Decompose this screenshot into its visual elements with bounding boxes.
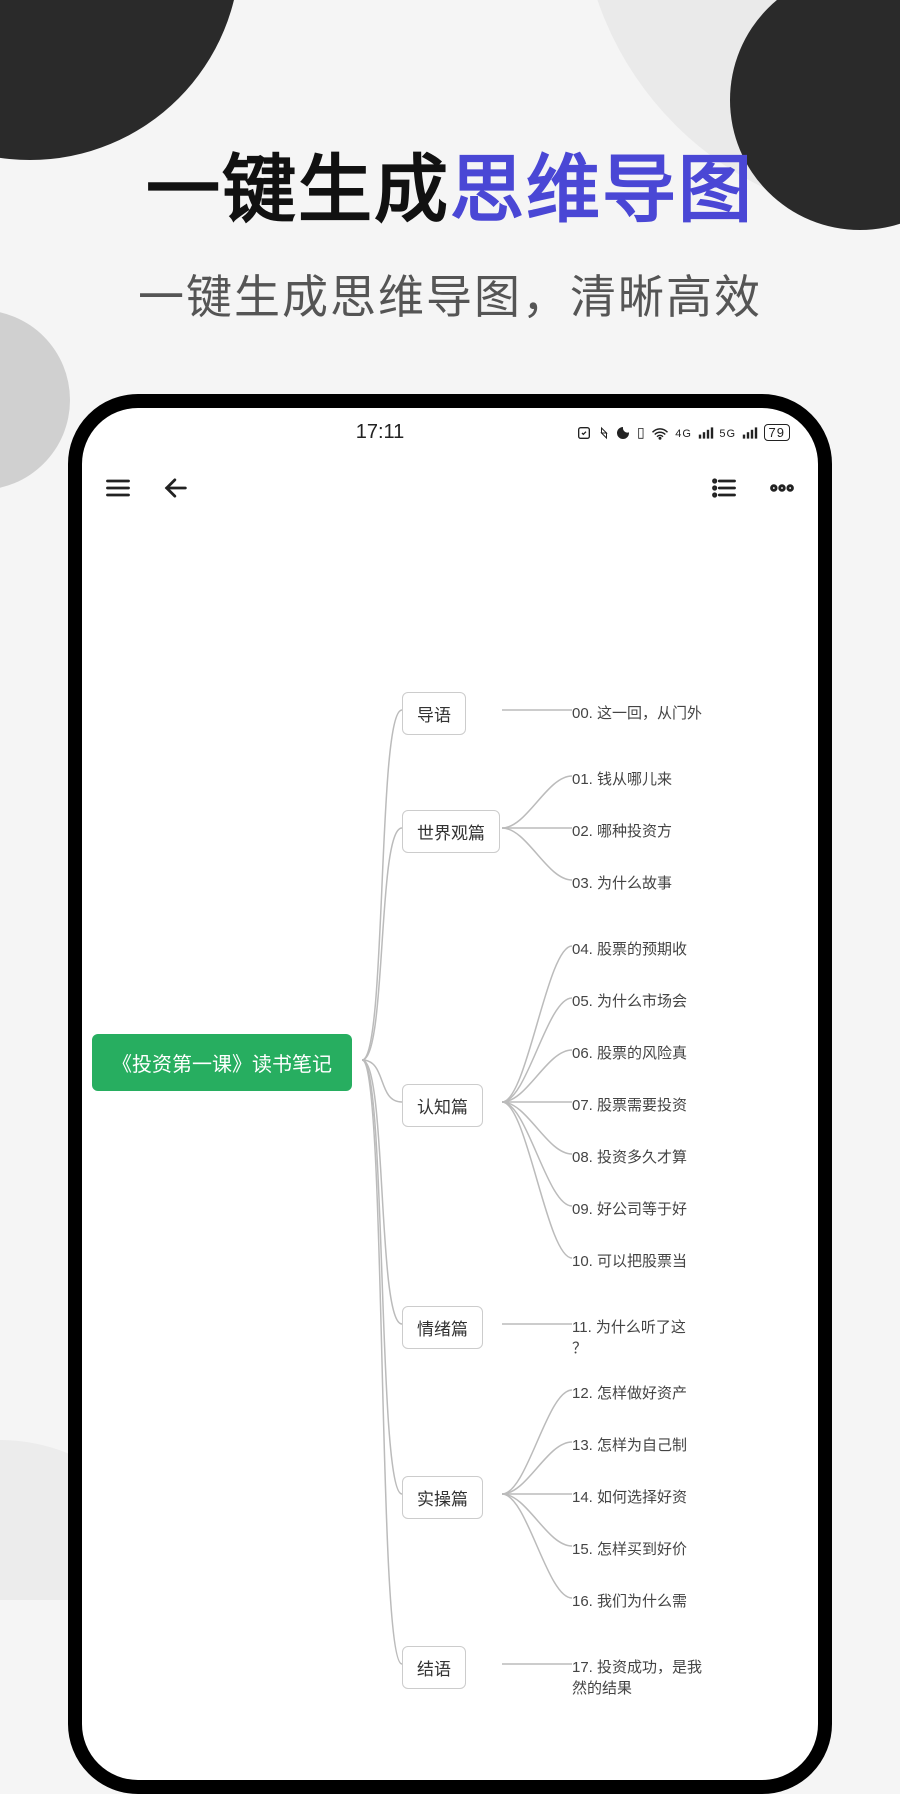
mindmap-leaf[interactable]: 10. 可以把股票当 (572, 1246, 687, 1275)
mindmap-leaf[interactable]: 05. 为什么市场会 (572, 986, 687, 1015)
mindmap-leaf[interactable]: 15. 怎样买到好价 (572, 1534, 687, 1563)
promo-title-part1: 一键生成 (146, 148, 450, 231)
mindmap-leaf[interactable]: 16. 我们为什么需 (572, 1586, 687, 1615)
battery-level: 79 (764, 424, 790, 441)
more-icon[interactable] (762, 468, 802, 508)
mindmap-root[interactable]: 《投资第一课》读书笔记 (92, 1034, 352, 1091)
promo-header: 一键生成思维导图 一键生成思维导图，清晰高效 (0, 0, 900, 327)
mindmap-section[interactable]: 情绪篇 (402, 1306, 483, 1349)
mindmap-leaf[interactable]: 01. 钱从哪儿来 (572, 764, 672, 793)
mindmap-leaf[interactable]: 12. 怎样做好资产 (572, 1378, 687, 1407)
mindmap-leaf[interactable]: 14. 如何选择好资 (572, 1482, 687, 1511)
mindmap-section[interactable]: 认知篇 (402, 1084, 483, 1127)
mindmap-leaf[interactable]: 03. 为什么故事 (572, 868, 672, 897)
mindmap-leaf[interactable]: 06. 股票的风险真 (572, 1038, 687, 1067)
mindmap-canvas[interactable]: 《投资第一课》读书笔记 导语 00. 这一回，从门外世界观篇 01. 钱从哪儿来 02.… (82, 520, 818, 1780)
mindmap-leaf[interactable]: 00. 这一回，从门外 (572, 698, 702, 727)
back-icon[interactable] (156, 468, 196, 508)
mindmap-leaf[interactable]: 17. 投资成功，是我 然的结果 (572, 1652, 702, 1702)
mindmap-section[interactable]: 结语 (402, 1646, 466, 1689)
promo-title: 一键生成思维导图 (0, 130, 900, 237)
promo-subtitle: 一键生成思维导图，清晰高效 (0, 261, 900, 327)
mindmap-section[interactable]: 导语 (402, 692, 466, 735)
phone-frame: 17:11 ▯ 4G 5G 79 《投资第一课》读书笔记 (68, 394, 832, 1794)
mindmap-leaf[interactable]: 07. 股票需要投资 (572, 1090, 687, 1119)
outline-icon[interactable] (704, 468, 744, 508)
mindmap-leaf[interactable]: 11. 为什么听了这 ？ (572, 1312, 686, 1362)
menu-icon[interactable] (98, 468, 138, 508)
mindmap-leaf[interactable]: 02. 哪种投资方 (572, 816, 672, 845)
status-time: 17:11 (356, 421, 405, 444)
app-toolbar (82, 456, 818, 520)
promo-title-part2: 思维导图 (450, 148, 754, 231)
mindmap-leaf[interactable]: 08. 投资多久才算 (572, 1142, 687, 1171)
status-indicators: ▯ 4G 5G 79 (530, 422, 790, 442)
mindmap-leaf[interactable]: 13. 怎样为自己制 (572, 1430, 687, 1459)
mindmap-leaf[interactable]: 09. 好公司等于好 (572, 1194, 687, 1223)
mindmap-leaf[interactable]: 04. 股票的预期收 (572, 934, 687, 963)
mindmap-section[interactable]: 世界观篇 (402, 810, 500, 853)
status-bar: 17:11 ▯ 4G 5G 79 (82, 408, 818, 456)
mindmap-section[interactable]: 实操篇 (402, 1476, 483, 1519)
